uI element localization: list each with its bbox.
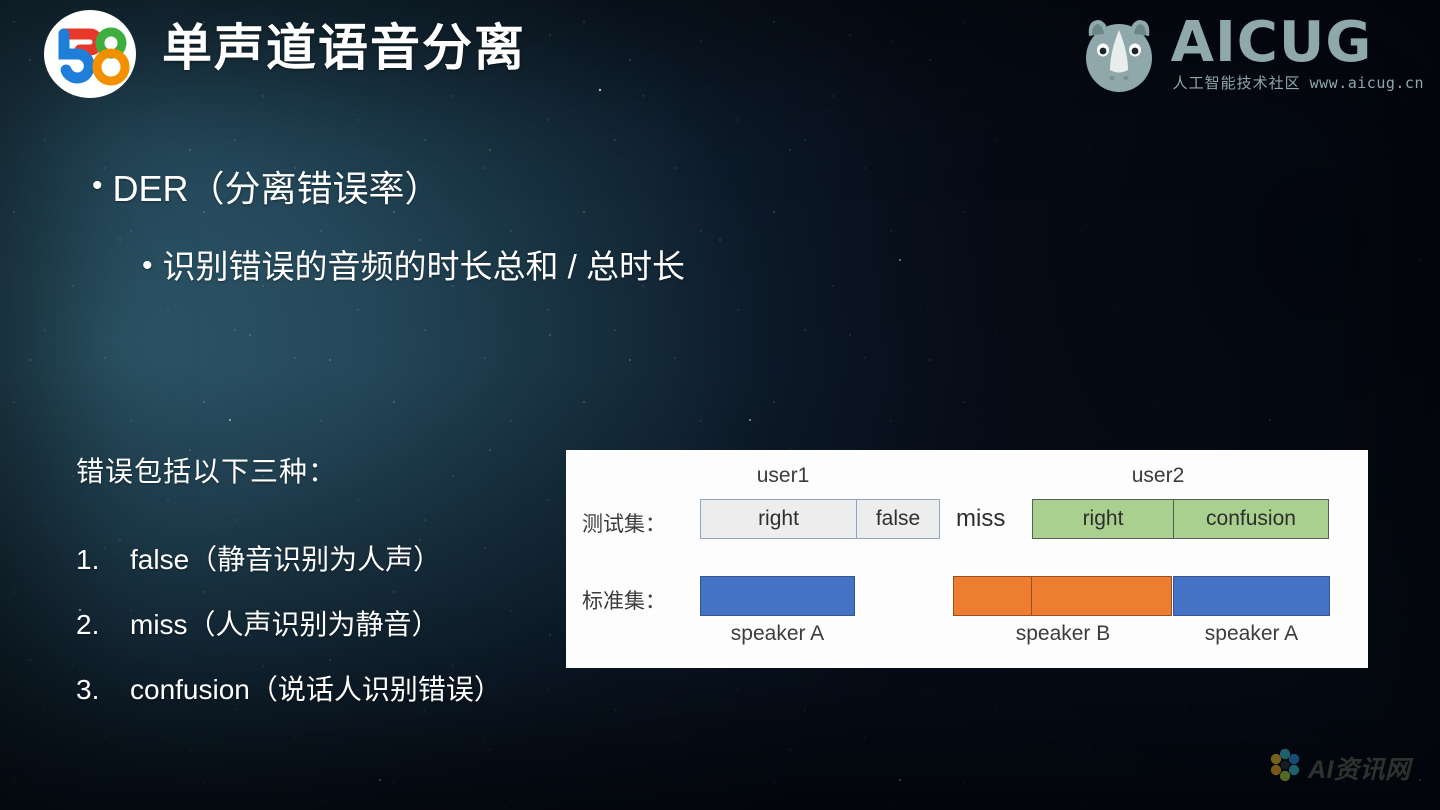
diagram-bar-segment: false bbox=[856, 499, 940, 539]
diagram-referenceset-bar bbox=[700, 576, 855, 616]
errors-list: 1. false（静音识别为人声） 2. miss（人声识别为静音） 3. co… bbox=[76, 538, 502, 733]
bullet-marker-icon: • bbox=[92, 169, 103, 202]
site-watermark: AI资讯网 bbox=[1268, 748, 1411, 787]
page-title: 单声道语音分离 bbox=[162, 20, 526, 76]
list-item-label: miss（人声识别为静音） bbox=[130, 609, 440, 640]
flower-petals-icon bbox=[1268, 748, 1302, 787]
list-item: 2. miss（人声识别为静音） bbox=[76, 603, 502, 643]
58-logo-glyphs bbox=[58, 27, 130, 86]
list-item-index: 3. bbox=[76, 674, 100, 705]
diagram-bar-segment bbox=[700, 576, 855, 616]
watermark-text: AI资讯网 bbox=[1308, 755, 1411, 784]
list-item-label: confusion（说话人识别错误） bbox=[130, 674, 502, 705]
diagram-bar-segment: right bbox=[700, 499, 857, 539]
aicug-brand[interactable]: AICUG 人工智能技术社区 www.aicug.cn bbox=[1073, 6, 1424, 103]
rhino-head-icon bbox=[1073, 6, 1165, 103]
58-logo bbox=[44, 10, 136, 98]
slide-canvas: 单声道语音分离 AICUG 人工智能技术社区 www.aicug.cn • DE… bbox=[0, 0, 1440, 810]
diagram-speaker-label: speaker A bbox=[1204, 622, 1299, 645]
diagram-miss-label: miss bbox=[956, 505, 1006, 532]
diagram-testset-label: 测试集： bbox=[582, 512, 666, 536]
diagram-speaker-label: speaker B bbox=[1015, 622, 1111, 645]
aicug-tagline: 人工智能技术社区 bbox=[1172, 75, 1301, 93]
bullet-marker-icon: • bbox=[142, 249, 153, 282]
bullet-level2-text: 识别错误的音频的时长总和 / 总时长 bbox=[162, 248, 686, 285]
list-item: 1. false（静音识别为人声） bbox=[76, 538, 502, 578]
list-item: 3. confusion（说话人识别错误） bbox=[76, 668, 502, 708]
diagram-speaker-label: speaker A bbox=[730, 622, 825, 645]
diagram-bar-segment bbox=[953, 576, 1032, 616]
diagram-bar-segment: right bbox=[1032, 499, 1174, 539]
diagram-testset-bar: right false bbox=[700, 499, 941, 539]
der-diagram-panel: user1 user2 测试集： 标准集： right false miss ri… bbox=[566, 450, 1368, 668]
list-item-index: 2. bbox=[76, 609, 100, 640]
diagram-bar-segment bbox=[1173, 576, 1330, 616]
list-item-label: false（静音识别为人声） bbox=[130, 544, 442, 575]
bullet-level1-text: DER（分离错误率） bbox=[112, 168, 441, 209]
aicug-wordmark: AICUG bbox=[1170, 9, 1373, 75]
bullet-level1: • DER（分离错误率） bbox=[92, 167, 441, 210]
aicug-url: www.aicug.cn bbox=[1309, 74, 1424, 93]
diagram-referenceset-label: 标准集： bbox=[582, 589, 666, 613]
diagram-user-label: user1 bbox=[756, 464, 810, 487]
bullet-level2: • 识别错误的音频的时长总和 / 总时长 bbox=[142, 247, 685, 287]
diagram-referenceset-bar bbox=[953, 576, 1173, 616]
diagram-testset-bar: right confusion bbox=[1032, 499, 1330, 539]
diagram-bar-segment: confusion bbox=[1173, 499, 1329, 539]
diagram-referenceset-bar bbox=[1173, 576, 1330, 616]
list-item-index: 1. bbox=[76, 544, 100, 575]
diagram-user-label: user2 bbox=[1131, 464, 1185, 487]
diagram-bar-segment bbox=[1031, 576, 1172, 616]
errors-intro-text: 错误包括以下三种： bbox=[76, 456, 338, 487]
